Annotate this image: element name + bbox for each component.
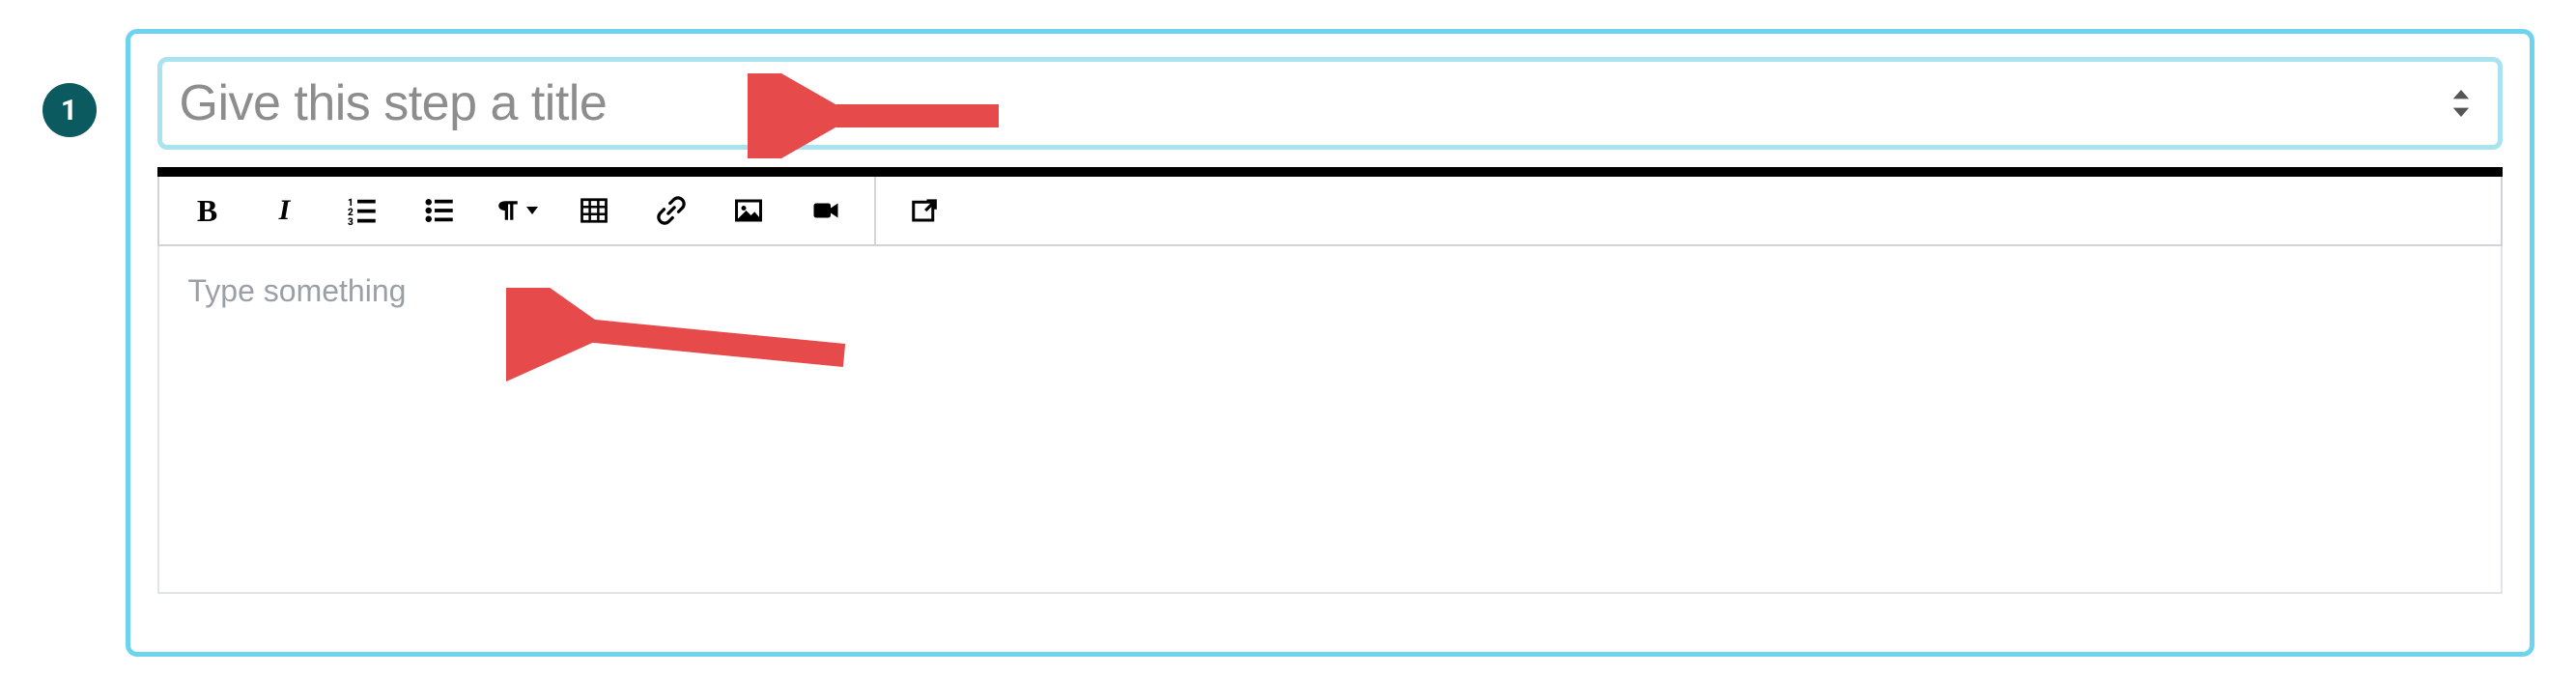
bold-button[interactable]: B [186,189,229,232]
toolbar-group-view [876,177,973,244]
video-button[interactable] [805,189,847,232]
step-drag-handle[interactable] [2442,84,2480,123]
toolbar-group-format: B I 1 2 3 [159,177,874,244]
fullscreen-button[interactable] [903,189,946,232]
image-button[interactable] [727,189,770,232]
table-icon [580,196,609,225]
step-title-input[interactable] [180,74,2430,132]
image-icon [734,196,763,225]
step-title-row [157,57,2503,150]
sort-handle-icon [2448,87,2475,120]
unordered-list-button[interactable] [418,189,461,232]
step-number-badge: 1 [42,83,97,137]
unordered-list-icon [425,196,454,225]
ordered-list-icon: 1 2 3 [348,196,377,225]
editor-toolbar: B I 1 2 3 [157,177,2503,246]
paragraph-format-icon [495,196,521,225]
step-number-text: 1 [61,94,77,127]
step-editor-card: B I 1 2 3 [126,29,2534,657]
editor-body[interactable]: Type something [157,246,2503,594]
ordered-list-button[interactable]: 1 2 3 [341,189,383,232]
video-icon [811,196,840,225]
link-button[interactable] [650,189,693,232]
table-button[interactable] [573,189,615,232]
fullscreen-icon [910,196,939,225]
italic-button[interactable]: I [264,189,306,232]
editor-placeholder-text: Type something [188,273,2472,309]
svg-text:3: 3 [348,217,354,225]
paragraph-format-button[interactable] [495,189,538,232]
title-separator [157,167,2503,177]
link-icon [657,196,686,225]
